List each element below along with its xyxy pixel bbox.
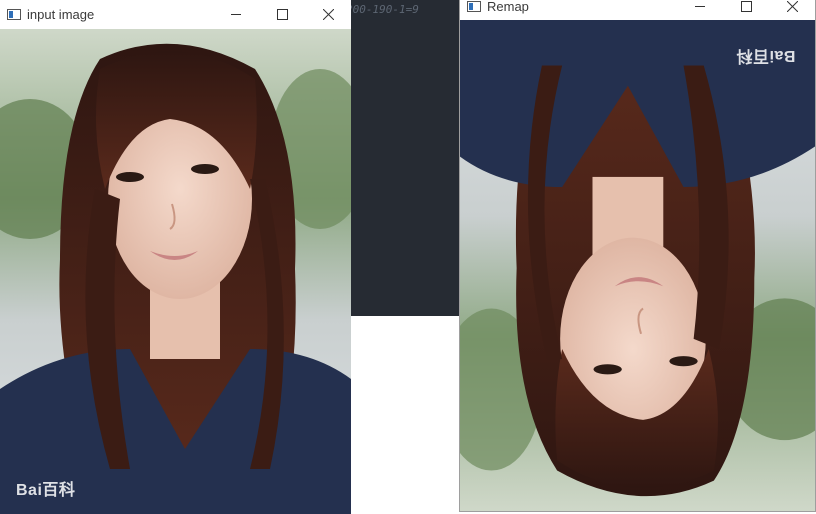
image-canvas[interactable]: Bai百科 — [460, 20, 815, 511]
maximize-button[interactable] — [259, 0, 305, 28]
close-icon — [322, 8, 334, 20]
image-canvas[interactable]: Bai百科 — [0, 29, 351, 514]
app-icon — [7, 9, 21, 20]
code-fragment: 200-190-1=9 — [346, 3, 419, 16]
close-icon — [786, 0, 798, 12]
maximize-icon — [276, 8, 288, 20]
minimize-icon — [694, 5, 705, 7]
minimize-button[interactable] — [213, 0, 259, 28]
close-button[interactable] — [305, 0, 351, 28]
maximize-button[interactable] — [723, 0, 769, 20]
desktop-area — [340, 316, 460, 514]
baidu-watermark: Bai百科 — [735, 47, 795, 64]
flipped-portrait-image — [460, 20, 815, 511]
baidu-watermark: Bai百科 — [16, 482, 76, 499]
window-title: input image — [27, 7, 95, 22]
minimize-icon — [230, 13, 241, 15]
input-image-window[interactable]: input image Bai百科 — [0, 0, 351, 514]
minimize-button[interactable] — [677, 0, 723, 20]
close-button[interactable] — [769, 0, 815, 20]
portrait-image — [0, 29, 351, 514]
app-icon — [467, 0, 481, 12]
titlebar[interactable]: input image — [0, 0, 351, 29]
maximize-icon — [740, 0, 752, 12]
remap-window[interactable]: Remap Bai百科 — [459, 0, 816, 512]
window-title: Remap — [487, 0, 529, 14]
titlebar[interactable]: Remap — [460, 0, 815, 20]
